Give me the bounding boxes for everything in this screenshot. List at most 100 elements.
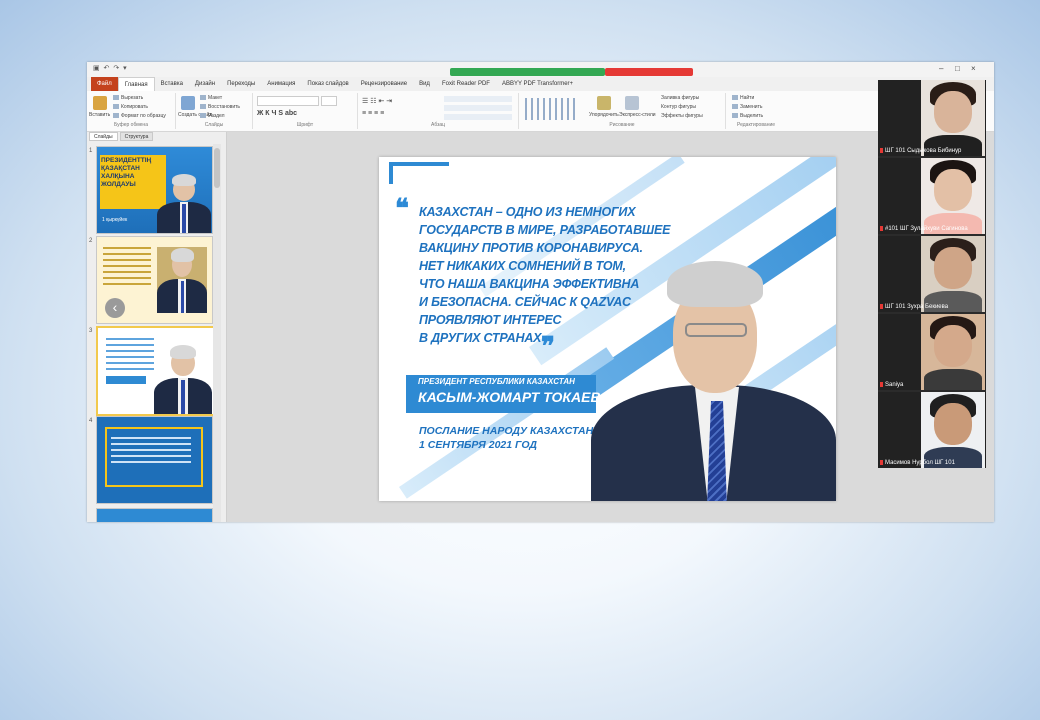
tab-home[interactable]: Главная [117, 76, 155, 92]
bold-button[interactable]: Ж К Ч S abc [257, 110, 297, 117]
slide-number: 3 [89, 328, 93, 334]
reset-button[interactable]: Восстановить [200, 104, 240, 110]
group-drawing: Упорядочить Экспресс-стили Заливка фигур… [519, 93, 726, 129]
thumb-name-box [106, 376, 146, 384]
cut-button[interactable]: Вырезать [113, 95, 143, 101]
participant-tile[interactable]: #101 ШГ Зулайхуви Сагинова [878, 158, 986, 234]
copy-button[interactable]: Копировать [113, 104, 148, 110]
thumb-title: ПРЕЗИДЕНТТІҢ ҚАЗАҚСТАН ХАЛҚЫНА ЖОЛДАУЫ [101, 157, 152, 188]
smartart-button[interactable] [444, 114, 512, 120]
slide-thumbnail-5[interactable] [96, 508, 213, 522]
scissors-icon [113, 95, 119, 101]
share-status-bar [450, 68, 605, 76]
align-buttons[interactable]: ≡ ≡ ≡ ≡ [362, 110, 384, 117]
font-size-select[interactable] [321, 96, 337, 106]
tab-view[interactable]: Вид [413, 77, 436, 91]
paste-button[interactable]: Вставить [89, 112, 110, 118]
group-label: Слайды [204, 122, 224, 128]
slides-pane: Слайды Структура 1 ПРЕЗИДЕНТТІҢ ҚАЗАҚСТА… [87, 132, 227, 522]
quote-open-icon: ❝ [395, 193, 409, 223]
glasses [685, 323, 747, 337]
participant-tile[interactable]: Saniya [878, 314, 986, 390]
mic-muted-icon [880, 147, 883, 153]
font-family-select[interactable] [257, 96, 319, 106]
section-button[interactable]: Раздел [200, 113, 225, 119]
quick-styles-button[interactable]: Экспресс-стили [619, 112, 656, 118]
arrange-button[interactable]: Упорядочить [589, 112, 619, 118]
chevron-left-icon[interactable]: ‹ [105, 298, 125, 318]
find-icon [732, 95, 738, 101]
shapes-gallery[interactable] [525, 98, 577, 120]
group-editing: Найти Заменить Выделить Редактирование [726, 93, 786, 129]
participant-video [921, 392, 985, 468]
shape-outline-button[interactable]: Контур фигуры [661, 104, 696, 110]
corner-accent [389, 162, 393, 184]
find-button[interactable]: Найти [732, 95, 754, 101]
mic-muted-icon [880, 225, 883, 231]
find-label: Найти [740, 95, 755, 101]
participant-tile[interactable]: ШГ 101 Зухра Бекиева [878, 236, 986, 312]
paste-icon[interactable] [93, 96, 107, 110]
align-text-button[interactable] [444, 105, 512, 111]
participant-name: ШГ 101 Зухра Бекиева [878, 303, 986, 312]
replace-button[interactable]: Заменить [732, 104, 762, 110]
participant-tile[interactable]: ШГ 101 Сыдыкова Бибинур [878, 80, 986, 156]
shape-fill-button[interactable]: Заливка фигуры [661, 95, 699, 101]
select-button[interactable]: Выделить [732, 113, 763, 119]
decor-stripe [399, 347, 615, 499]
tab-foxit[interactable]: Foxit Reader PDF [436, 77, 496, 91]
stop-share-button[interactable] [605, 68, 693, 76]
minimize-icon[interactable]: – [939, 64, 943, 73]
participant-name: Saniya [878, 381, 986, 390]
slide-thumbnail-1[interactable]: ПРЕЗИДЕНТТІҢ ҚАЗАҚСТАН ХАЛҚЫНА ЖОЛДАУЫ 1… [96, 146, 213, 234]
maximize-icon[interactable]: □ [955, 64, 960, 73]
group-label: Шрифт [296, 122, 314, 128]
tab-outline[interactable]: Структура [119, 132, 154, 141]
group-slides: Создать слайд Макет Восстановить Раздел … [176, 93, 253, 129]
current-slide[interactable]: ❝ КАЗАХСТАН – ОДНО ИЗ НЕМНОГИХ ГОСУДАРСТ… [379, 157, 836, 501]
cut-label: Вырезать [121, 95, 144, 101]
arrange-icon[interactable] [597, 96, 611, 110]
tab-slides[interactable]: Слайды [89, 132, 118, 141]
group-label: Рисование [609, 122, 635, 128]
group-label: Абзац [430, 122, 446, 128]
quote-close-icon: ❞ [541, 331, 555, 361]
tab-transitions[interactable]: Переходы [221, 77, 261, 91]
tab-animation[interactable]: Анимация [261, 77, 301, 91]
corner-accent [389, 162, 449, 166]
select-label: Выделить [740, 113, 764, 119]
tab-insert[interactable]: Вставка [155, 77, 189, 91]
screenshot-window: ▣ ↶ ↷ ▾ – □ × Файл Главная Вставка Дизай… [87, 62, 994, 522]
tab-file[interactable]: Файл [91, 77, 118, 91]
quick-access-toolbar[interactable]: ▣ ↶ ↷ ▾ [93, 64, 128, 72]
list-buttons[interactable]: ☰ ☷ ⇤ ⇥ [362, 97, 392, 105]
tab-abbyy[interactable]: ABBYY PDF Transformer+ [496, 77, 579, 91]
shape-effects-button[interactable]: Эффекты фигуры [661, 113, 703, 119]
participant-name: Масимов Нурбол ШГ 101 [878, 459, 986, 468]
participant-name: #101 ШГ Зулайхуви Сагинова [878, 225, 986, 234]
tab-slideshow[interactable]: Показ слайдов [301, 77, 354, 91]
tab-design[interactable]: Дизайн [189, 77, 221, 91]
quick-styles-icon[interactable] [625, 96, 639, 110]
hair [667, 261, 763, 307]
slide-thumbnail-4[interactable] [96, 416, 213, 504]
slides-scrollbar[interactable] [213, 144, 221, 522]
group-label: Редактирование [736, 122, 776, 128]
new-slide-icon[interactable] [181, 96, 195, 110]
text-direction-button[interactable] [444, 96, 512, 102]
format-painter-button[interactable]: Формат по образцу [113, 113, 166, 119]
mic-muted-icon [880, 381, 883, 387]
tab-review[interactable]: Рецензирование [355, 77, 413, 91]
address-title: ПОСЛАНИЕ НАРОДУ КАЗАХСТАНА [419, 425, 601, 437]
participant-video [921, 158, 985, 234]
close-icon[interactable]: × [971, 64, 976, 73]
thumb-frame [105, 427, 203, 487]
layout-button[interactable]: Макет [200, 95, 222, 101]
thumb-portrait [157, 173, 211, 233]
participant-tile[interactable]: Масимов Нурбол ШГ 101 [878, 392, 986, 468]
slide-number: 1 [89, 148, 93, 154]
section-label: Раздел [208, 113, 225, 119]
portrait-photo [591, 215, 836, 501]
slide-thumbnail-3[interactable] [96, 326, 215, 416]
reset-icon [200, 104, 206, 110]
